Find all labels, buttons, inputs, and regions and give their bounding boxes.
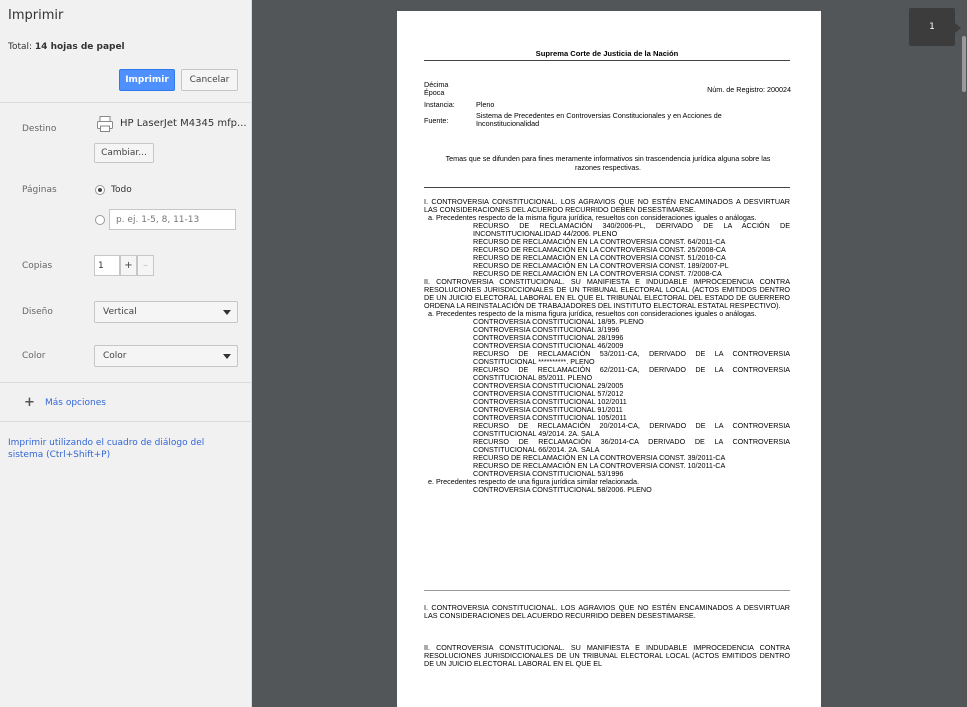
chevron-down-icon — [223, 310, 231, 315]
color-select[interactable]: Color — [94, 345, 238, 367]
document-body: I. CONTROVERSIA CONSTITUCIONAL. LOS AGRA… — [424, 198, 790, 494]
source-value: Sistema de Precedentes en Controversias … — [476, 111, 722, 128]
document-line: RECURSO DE RECLAMACIÓN 20/2014-CA, DERIV… — [473, 421, 790, 438]
chevron-down-icon — [223, 354, 231, 359]
document-title: Suprema Corte de Justicia de la Nación — [535, 49, 679, 58]
registry-number: Núm. de Registro: 200024 — [707, 85, 791, 94]
copies-increment-button[interactable]: + — [120, 255, 137, 276]
copies-decrement-button[interactable]: – — [137, 255, 154, 276]
document-line: RECURSO DE RECLAMACIÓN 36/2014-CA DERIVA… — [473, 437, 790, 454]
summary-1-text: I. CONTROVERSIA CONSTITUCIONAL. LOS AGRA… — [424, 603, 790, 620]
page-number-badge[interactable]: 1 — [909, 8, 955, 46]
pages-all-radio[interactable] — [95, 185, 105, 195]
copies-input[interactable] — [94, 255, 120, 276]
document-line: I. CONTROVERSIA CONSTITUCIONAL. LOS AGRA… — [424, 197, 790, 214]
total-label: Total: — [8, 42, 35, 52]
change-destination-button[interactable]: Cambiar... — [94, 143, 154, 163]
layout-label: Diseño — [22, 307, 53, 317]
summary-1: I. CONTROVERSIA CONSTITUCIONAL. LOS AGRA… — [424, 604, 790, 620]
layout-value: Vertical — [103, 307, 137, 317]
system-dialog-link[interactable]: Imprimir utilizando el cuadro de diálogo… — [8, 437, 238, 461]
title-rule — [424, 60, 790, 61]
scrollbar-thumb[interactable] — [962, 36, 966, 92]
plus-icon[interactable]: + — [24, 396, 35, 409]
note-rule — [424, 187, 790, 188]
more-options-link[interactable]: Más opciones — [45, 398, 106, 408]
instance-label: Instancia: — [424, 100, 455, 109]
source-label: Fuente: — [424, 116, 449, 125]
document-line: CONTROVERSIA CONSTITUCIONAL 58/2006. PLE… — [473, 485, 652, 494]
summary-2-text: II. CONTROVERSIA CONSTITUCIONAL. SU MANI… — [424, 643, 790, 668]
pages-all-label[interactable]: Todo — [111, 185, 132, 195]
color-label: Color — [22, 351, 46, 361]
dialog-title: Imprimir — [8, 8, 64, 23]
printer-icon — [97, 116, 113, 132]
document-line: RECURSO DE RECLAMACIÓN 340/2006-PL, DERI… — [473, 221, 790, 238]
cancel-button[interactable]: Cancelar — [181, 69, 238, 91]
divider — [0, 421, 252, 422]
badge-pointer — [955, 23, 961, 33]
pages-range-input[interactable] — [109, 209, 236, 230]
color-value: Color — [103, 351, 127, 361]
instance-value: Pleno — [476, 100, 495, 109]
printer-name[interactable]: HP LaserJet M4345 mfp... — [120, 118, 247, 129]
layout-select[interactable]: Vertical — [94, 301, 238, 323]
preview-page: Suprema Corte de Justicia de la Nación D… — [397, 11, 821, 707]
destination-label: Destino — [22, 124, 57, 134]
pages-range-radio[interactable] — [95, 215, 105, 225]
section-rule — [424, 590, 790, 591]
divider — [0, 382, 252, 383]
document-line: RECURSO DE RECLAMACIÓN 53/2011-CA, DERIV… — [473, 349, 790, 366]
print-settings-sidebar: Imprimir Total: 14 hojas de papel Imprim… — [0, 0, 252, 707]
copies-label: Copias — [22, 261, 53, 271]
print-button[interactable]: Imprimir — [119, 69, 175, 91]
epoch-label: Décima Época — [424, 80, 449, 97]
document-line: II. CONTROVERSIA CONSTITUCIONAL. SU MANI… — [424, 277, 790, 310]
total-value: 14 hojas de papel — [34, 42, 125, 52]
disclaimer-note: Temas que se difunden para fines meramen… — [445, 154, 771, 172]
summary-2: II. CONTROVERSIA CONSTITUCIONAL. SU MANI… — [424, 644, 790, 668]
total-sheets: Total: 14 hojas de papel — [8, 42, 125, 52]
pages-label: Páginas — [22, 185, 57, 195]
document-line: RECURSO DE RECLAMACIÓN 62/2011-CA, DERIV… — [473, 365, 790, 382]
divider — [0, 102, 252, 103]
